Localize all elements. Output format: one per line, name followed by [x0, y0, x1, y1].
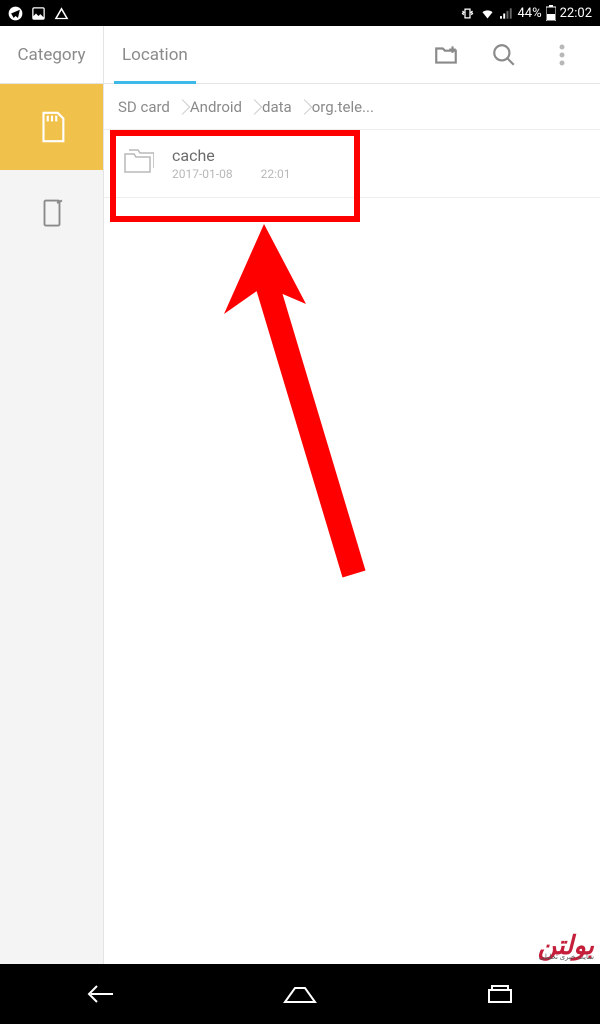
telegram-icon [8, 6, 23, 21]
file-manager-app: Category Location [0, 26, 600, 964]
crumb-android[interactable]: Android [182, 84, 254, 129]
watermark: بولتن سایت خبری تحلیلی [538, 937, 594, 960]
warning-icon [54, 6, 69, 21]
file-time: 22:01 [261, 167, 291, 181]
wifi-icon [479, 6, 496, 21]
sidebar-item-sdcard[interactable] [0, 84, 103, 170]
tab-location[interactable]: Location [104, 26, 206, 83]
phone-storage-icon [37, 196, 67, 230]
breadcrumb: SD card Android data org.tele... [104, 84, 600, 130]
watermark-sub: سایت خبری تحلیلی [538, 955, 594, 960]
battery-percent: 44% [517, 6, 541, 21]
image-icon [31, 6, 46, 21]
signal-icon [500, 6, 513, 21]
crumb-orgtele[interactable]: org.tele... [304, 84, 386, 129]
sidebar-item-phone[interactable] [0, 170, 103, 256]
search-button[interactable] [490, 41, 518, 69]
file-name: cache [172, 146, 290, 165]
system-nav-bar [0, 964, 600, 1024]
nav-back-button[interactable] [70, 982, 130, 1006]
nav-home-button[interactable] [270, 984, 330, 1004]
file-date: 2017-01-08 [172, 167, 233, 181]
annotation-arrow [194, 214, 394, 594]
battery-icon [546, 5, 556, 21]
vibrate-icon [460, 6, 475, 21]
tab-bar: Category Location [0, 26, 600, 84]
sd-card-icon [35, 110, 69, 144]
status-bar: 44% 22:02 [0, 0, 600, 26]
nav-recent-button[interactable] [470, 984, 530, 1004]
new-folder-button[interactable] [432, 41, 460, 69]
folder-icon [124, 148, 154, 180]
list-item[interactable]: cache 2017-01-08 22:01 [104, 130, 600, 198]
sidebar [0, 84, 104, 964]
tab-location-label: Location [122, 45, 188, 65]
overflow-menu-button[interactable] [548, 41, 576, 69]
crumb-sdcard[interactable]: SD card [110, 84, 182, 129]
crumb-data[interactable]: data [254, 84, 304, 129]
tab-category[interactable]: Category [0, 26, 104, 83]
status-time: 22:02 [560, 6, 592, 21]
content-pane: SD card Android data org.tele... cache 2… [104, 84, 600, 964]
